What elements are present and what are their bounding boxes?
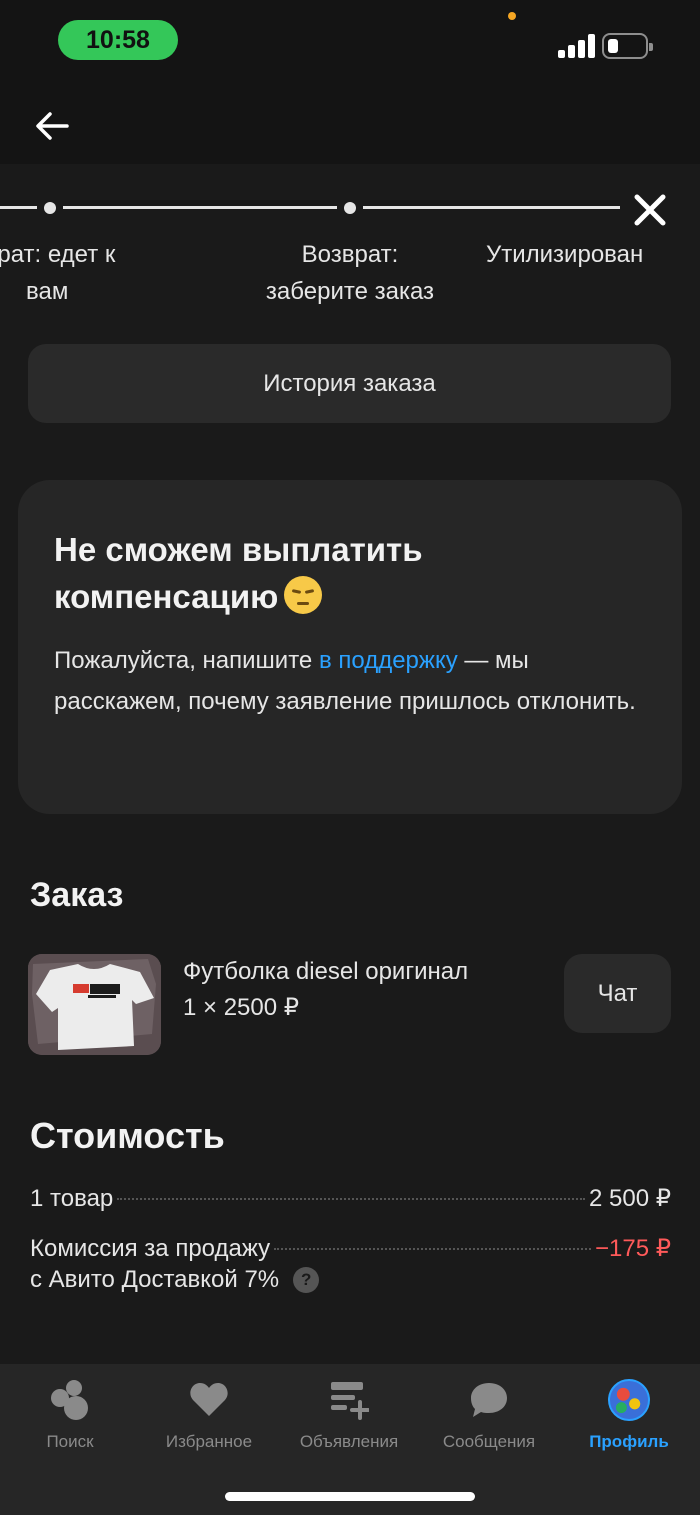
tab-label: Сообщения [442, 1432, 536, 1451]
cost-items-value: 2 500 ₽ [589, 1185, 671, 1212]
notice-title: Не сможем выплатить компенсацию [54, 531, 423, 615]
status-bar: 10:58 [0, 0, 700, 88]
chat-button[interactable]: Чат [564, 954, 671, 1033]
tab-label: Объявления [299, 1432, 399, 1451]
step-label-return-pickup: Возврат: заберите заказ [265, 241, 435, 305]
home-indicator[interactable] [225, 1492, 475, 1501]
order-content: врат: едет к вам Возврат: заберите заказ… [0, 164, 700, 1364]
commission-sublabel: с Авито Доставкой 7% ? [30, 1266, 320, 1294]
product-name[interactable]: Футболка diesel оригинал [183, 954, 468, 990]
search-circles-icon [51, 1380, 88, 1420]
pensive-face-icon [284, 576, 323, 614]
tracker-line [0, 206, 37, 209]
tab-label: Профиль [589, 1432, 669, 1451]
cancelled-x-icon [634, 194, 666, 226]
tracker-dot [344, 202, 356, 214]
nav-bar [0, 88, 700, 164]
dotted-leader [117, 1198, 585, 1200]
tab-messages[interactable]: Сообщения [419, 1378, 559, 1458]
product-price: 1 × 2500 ₽ [183, 994, 300, 1021]
privacy-indicator-dot [508, 12, 516, 20]
commission-label: Комиссия за продажу [30, 1235, 271, 1262]
dotted-leader [274, 1248, 591, 1250]
avatar [608, 1379, 650, 1421]
cost-row-commission: Комиссия за продажу −175 ₽ [30, 1234, 671, 1263]
back-button[interactable] [28, 102, 76, 150]
status-time: 10:58 [58, 20, 178, 60]
bottom-tab-bar: Поиск Избранное Объявления Сообщения Про… [0, 1364, 700, 1515]
cost-items-label: 1 товар [30, 1185, 114, 1212]
tab-favorites[interactable]: Избранное [139, 1378, 279, 1458]
order-history-button[interactable]: История заказа [28, 344, 671, 423]
compensation-notice-card: Не сможем выплатить компенсацию Пожалуйс… [18, 480, 682, 814]
tab-search[interactable]: Поиск [0, 1378, 140, 1458]
tracker-line [63, 206, 337, 209]
tab-profile[interactable]: Профиль [559, 1378, 699, 1458]
cellular-signal-icon [558, 34, 596, 58]
tracker-line [363, 206, 620, 209]
tab-listings[interactable]: Объявления [279, 1378, 419, 1458]
order-status-tracker[interactable]: врат: едет к вам Возврат: заберите заказ… [0, 164, 700, 334]
heart-icon [190, 1383, 228, 1416]
cost-row-items: 1 товар 2 500 ₽ [30, 1184, 671, 1213]
product-thumbnail[interactable] [28, 954, 161, 1055]
step-label-disposed: Утилизирован [486, 241, 644, 268]
notice-text: Пожалуйста, напишите в поддержку — мы ра… [54, 647, 636, 715]
order-section-title: Заказ [30, 876, 124, 914]
step-label-return-coming: врат: едет к вам [0, 241, 116, 305]
tab-label: Поиск [46, 1432, 94, 1451]
support-link[interactable]: в поддержку [319, 647, 458, 674]
tracker-dot [44, 202, 56, 214]
battery-icon [602, 33, 653, 59]
tab-label: Избранное [165, 1432, 253, 1451]
question-help-icon[interactable]: ? [293, 1267, 320, 1293]
listings-plus-icon [331, 1382, 369, 1420]
chat-bubble-icon [471, 1383, 507, 1417]
commission-value: −175 ₽ [595, 1235, 671, 1262]
tshirt-image-icon [28, 954, 161, 1055]
arrow-left-icon [36, 112, 69, 140]
cost-section-title: Стоимость [30, 1115, 225, 1156]
